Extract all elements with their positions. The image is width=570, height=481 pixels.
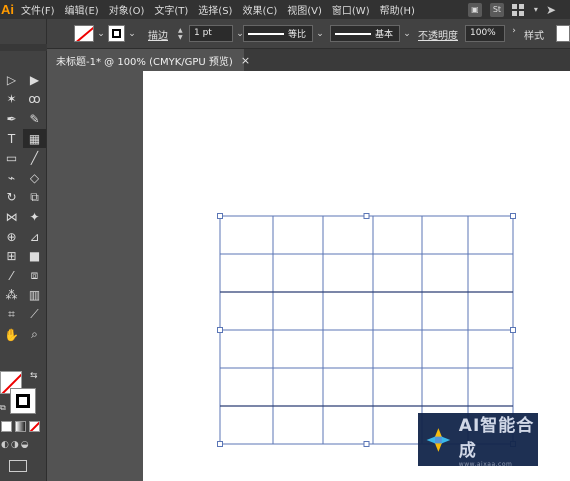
document-tab-title: 未标题-1* @ 100% (CMYK/GPU 预览) [56, 56, 233, 68]
control-bar: 编组 ⌄ ⌄ 描边 ▲▼ 1 pt ⌄ 等比 ⌄ 基本 ⌄ 不透明度 100% … [0, 19, 570, 49]
blend-tool-icon[interactable]: ⧈ [23, 266, 46, 286]
gradient-tool-icon[interactable]: ■ [23, 246, 46, 266]
gradient-mode-icon[interactable] [15, 421, 26, 432]
puppet-warp-tool-icon[interactable]: ✦ [23, 207, 46, 227]
bounding-box-handle[interactable] [510, 213, 516, 219]
draw-behind-icon[interactable]: ◑ [11, 440, 19, 450]
eyedropper-tool-icon[interactable]: ⁄ [0, 266, 23, 286]
direct-selection-tool-icon[interactable]: ▶ [23, 70, 46, 90]
tool-grid: ▷ ▶ ✶ ꝏ ✒ ✎ T ▦ ▭ ╱ ⌁ ◇ ↻ ⧉ ⋈ ✦ ⊕ ⊿ ⊞ ■ ⁄ ⧈ ⁂ ▥ ⌗ ⟋ ✋ ⌕ [0, 70, 46, 344]
workspace-grid-icon[interactable] [511, 3, 526, 16]
bounding-box-handle[interactable] [217, 441, 223, 447]
menu-type[interactable]: 文字(T) [149, 2, 193, 17]
draw-normal-icon[interactable]: ◐ [1, 440, 9, 450]
hand-tool-icon[interactable]: ✋ [0, 325, 23, 345]
brush-label: 基本 [375, 30, 394, 40]
mesh-tool-icon[interactable]: ⊞ [0, 246, 23, 266]
menu-effect[interactable]: 效果(C) [237, 2, 282, 17]
graphic-style-swatch[interactable] [556, 25, 570, 42]
type-tool-icon[interactable]: T [0, 129, 23, 149]
rectangle-tool-icon[interactable]: ▭ [0, 148, 23, 168]
paintbrush-tool-icon[interactable]: ╱ [23, 148, 46, 168]
stroke-weight-stepper[interactable]: ▲ ▼ [178, 27, 187, 41]
width-tool-icon[interactable]: ⋈ [0, 207, 23, 227]
opacity-input[interactable]: 100% [465, 25, 505, 42]
fill-swatch[interactable] [74, 25, 94, 42]
profile-label: 等比 [288, 30, 307, 40]
bounding-box-handle[interactable] [363, 213, 370, 219]
lasso-tool-icon[interactable]: ꝏ [23, 90, 46, 110]
bounding-box-handle[interactable] [217, 213, 223, 219]
menu-view[interactable]: 视图(V) [282, 2, 327, 17]
close-icon[interactable]: × [241, 54, 250, 67]
stroke-color-box[interactable] [10, 388, 36, 414]
curvature-tool-icon[interactable]: ✎ [23, 109, 46, 129]
tools-panel: ▷ ▶ ✶ ꝏ ✒ ✎ T ▦ ▭ ╱ ⌁ ◇ ↻ ⧉ ⋈ ✦ ⊕ ⊿ ⊞ ■ ⁄ ⧈ ⁂ ▥ ⌗ ⟋ ✋ ⌕ ⇆ ⧉ ◐ ◑ ◒ [0, 19, 47, 481]
menu-select[interactable]: 选择(S) [193, 2, 237, 17]
stroke-weight-input[interactable]: 1 pt [189, 25, 233, 42]
watermark-logo-icon [426, 427, 451, 452]
bounding-box-handle[interactable] [217, 327, 223, 333]
menu-help[interactable]: 帮助(H) [375, 2, 420, 17]
rectangular-grid-tool-icon[interactable]: ▦ [23, 128, 46, 149]
bridge-icon[interactable]: ▣ [467, 2, 482, 17]
watermark-subtext: www.aixaa.com [458, 461, 513, 468]
shaper-tool-icon[interactable]: ⌁ [0, 168, 23, 188]
style-label: 样式 [524, 31, 544, 42]
bounding-box-handle[interactable] [363, 441, 370, 447]
watermark-text: AI智能合成 [458, 416, 535, 461]
chevron-down-icon[interactable]: ⌄ [402, 29, 412, 39]
document-tab[interactable]: 未标题-1* @ 100% (CMYK/GPU 预览) × [50, 49, 250, 71]
selection-tool-icon[interactable]: ▷ [0, 70, 23, 90]
magic-wand-tool-icon[interactable]: ✶ [0, 90, 23, 110]
scale-tool-icon[interactable]: ⧉ [23, 188, 46, 208]
fill-stroke-widget: ⇆ ⧉ [0, 371, 46, 416]
chevron-down-icon[interactable]: ⌄ [96, 29, 106, 39]
stock-icon[interactable]: St [489, 2, 504, 17]
menu-file[interactable]: 文件(F) [16, 2, 60, 17]
menu-edit[interactable]: 编辑(E) [60, 2, 104, 17]
panel-grip[interactable] [0, 44, 47, 51]
rotate-tool-icon[interactable]: ↻ [0, 188, 23, 208]
symbol-sprayer-tool-icon[interactable]: ⁂ [0, 286, 23, 306]
swap-fill-stroke-icon[interactable]: ⇆ [30, 371, 38, 381]
menu-bar: Ai 文件(F) 编辑(E) 对象(O) 文字(T) 选择(S) 效果(C) 视… [0, 0, 570, 19]
artboard-tool-icon[interactable]: ⌗ [0, 305, 23, 325]
color-mode-icon[interactable] [1, 421, 12, 432]
none-mode-icon[interactable] [29, 421, 40, 432]
variable-width-profile-select[interactable]: 等比 [243, 25, 313, 42]
chevron-down-icon[interactable]: ⌄ [127, 29, 137, 39]
app-logo: Ai [1, 2, 14, 17]
chevron-down-icon[interactable]: ⌄ [315, 29, 325, 39]
watermark: AI智能合成 www.aixaa.com [418, 413, 538, 468]
pen-tool-icon[interactable]: ✒ [0, 109, 23, 129]
chevron-down-icon[interactable]: ▾ [534, 5, 538, 14]
eraser-tool-icon[interactable]: ◇ [23, 168, 46, 188]
color-mode-row [0, 421, 40, 432]
zoom-tool-icon[interactable]: ⌕ [23, 325, 46, 345]
perspective-grid-tool-icon[interactable]: ⊿ [23, 227, 46, 247]
draw-mode-row: ◐ ◑ ◒ [0, 440, 29, 450]
draw-inside-icon[interactable]: ◒ [21, 440, 29, 450]
slice-tool-icon[interactable]: ⟋ [23, 305, 46, 325]
menu-object[interactable]: 对象(O) [104, 2, 150, 17]
document-tab-bar: 未标题-1* @ 100% (CMYK/GPU 预览) × [50, 49, 570, 71]
stroke-label[interactable]: 描边 [148, 27, 168, 42]
screen-mode-icon[interactable] [9, 460, 27, 472]
brush-definition-select[interactable]: 基本 [330, 25, 400, 42]
stroke-swatch[interactable] [108, 25, 125, 42]
column-graph-tool-icon[interactable]: ▥ [23, 286, 46, 306]
menu-window[interactable]: 窗口(W) [327, 2, 375, 17]
chevron-right-icon[interactable]: › [509, 26, 519, 36]
opacity-label[interactable]: 不透明度 [418, 27, 458, 42]
send-icon[interactable]: ➤ [546, 3, 556, 17]
default-fill-stroke-icon[interactable]: ⧉ [0, 403, 6, 413]
bounding-box-handle[interactable] [510, 327, 516, 333]
shape-builder-tool-icon[interactable]: ⊕ [0, 227, 23, 247]
